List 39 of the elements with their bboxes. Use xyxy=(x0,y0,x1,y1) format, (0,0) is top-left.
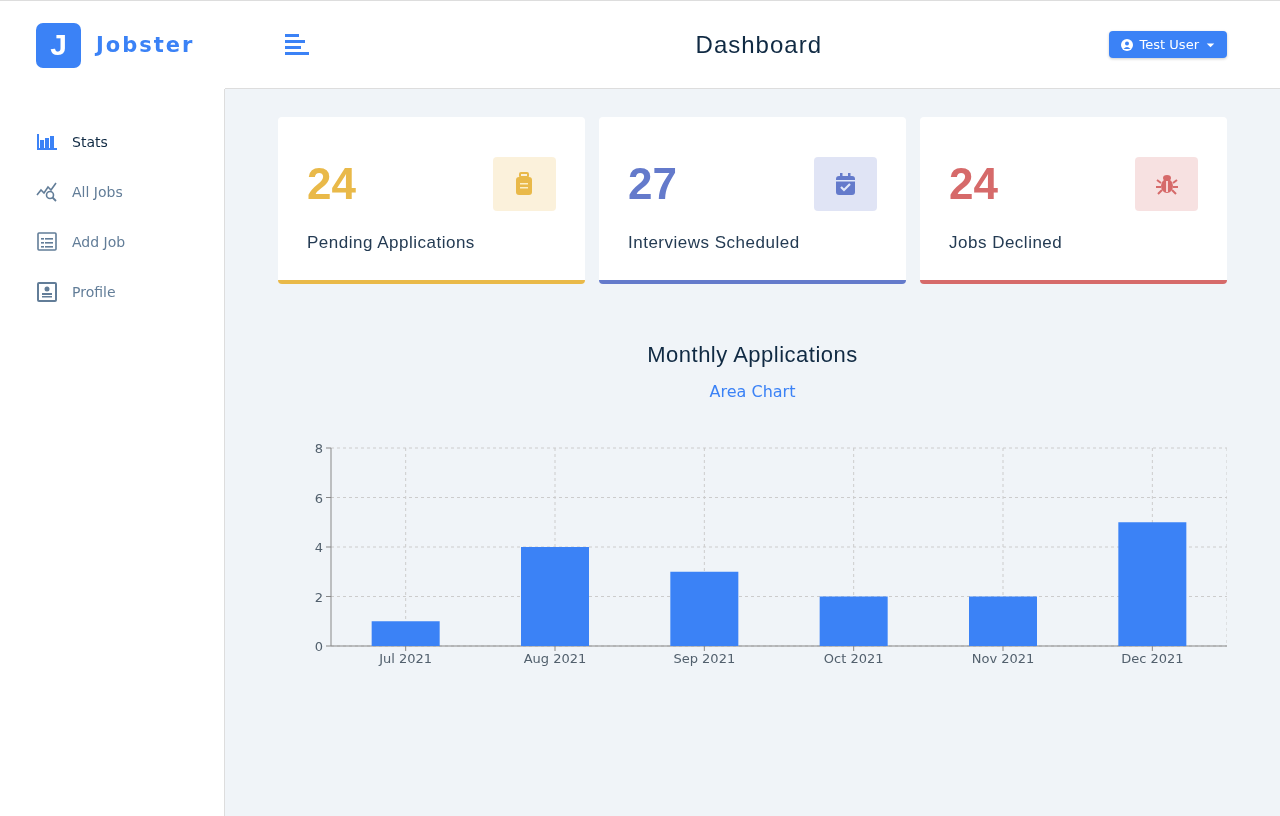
profile-icon xyxy=(36,281,58,303)
sidebar-item[interactable]: Profile xyxy=(0,281,224,303)
bar xyxy=(969,596,1037,646)
axis-tick-label: Jul 2021 xyxy=(379,651,433,666)
stats-icon xyxy=(36,131,58,153)
chart-toggle-link[interactable]: Area Chart xyxy=(709,382,796,401)
stat-label: Pending Applications xyxy=(307,233,476,253)
sidebar-item[interactable]: All Jobs xyxy=(0,181,224,203)
axis-tick-label: Aug 2021 xyxy=(523,651,587,666)
stat-count: 27 xyxy=(628,159,677,209)
axis-tick-label: Oct 2021 xyxy=(823,651,884,666)
bar xyxy=(371,621,440,646)
page-title: Dashboard xyxy=(695,30,822,59)
calendar-icon xyxy=(814,157,877,211)
add-icon xyxy=(36,231,58,253)
sidebar-item[interactable]: Stats xyxy=(0,131,224,153)
user-menu-button[interactable]: Test User xyxy=(1108,31,1227,58)
axis-tick-label: 0 xyxy=(314,639,323,654)
bug-icon xyxy=(1135,157,1198,211)
stat-label: Interviews Scheduled xyxy=(628,233,801,253)
axis-tick-label: Dec 2021 xyxy=(1121,651,1184,666)
axis-tick-label: 2 xyxy=(314,589,323,605)
axis-tick-label: 8 xyxy=(314,441,323,456)
logo: J xyxy=(36,22,81,68)
menu-icon[interactable] xyxy=(285,33,309,56)
chart-title: Monthly Applications xyxy=(647,342,858,368)
axis-tick-label: Nov 2021 xyxy=(971,651,1035,666)
bar xyxy=(819,596,888,646)
axis-tick-label: Sep 2021 xyxy=(673,651,736,666)
user-icon xyxy=(1120,38,1133,51)
stat-label: Jobs Declined xyxy=(949,233,1064,253)
stat-count: 24 xyxy=(949,159,998,209)
axis-tick-label: 6 xyxy=(314,490,323,506)
axis-tick-label: 4 xyxy=(314,540,323,555)
stat-count: 24 xyxy=(307,159,356,209)
briefcase-icon xyxy=(493,157,556,211)
brand-name: Jobster xyxy=(96,33,195,57)
jobs-icon xyxy=(36,181,58,203)
sidebar-item[interactable]: Add Job xyxy=(0,231,224,253)
